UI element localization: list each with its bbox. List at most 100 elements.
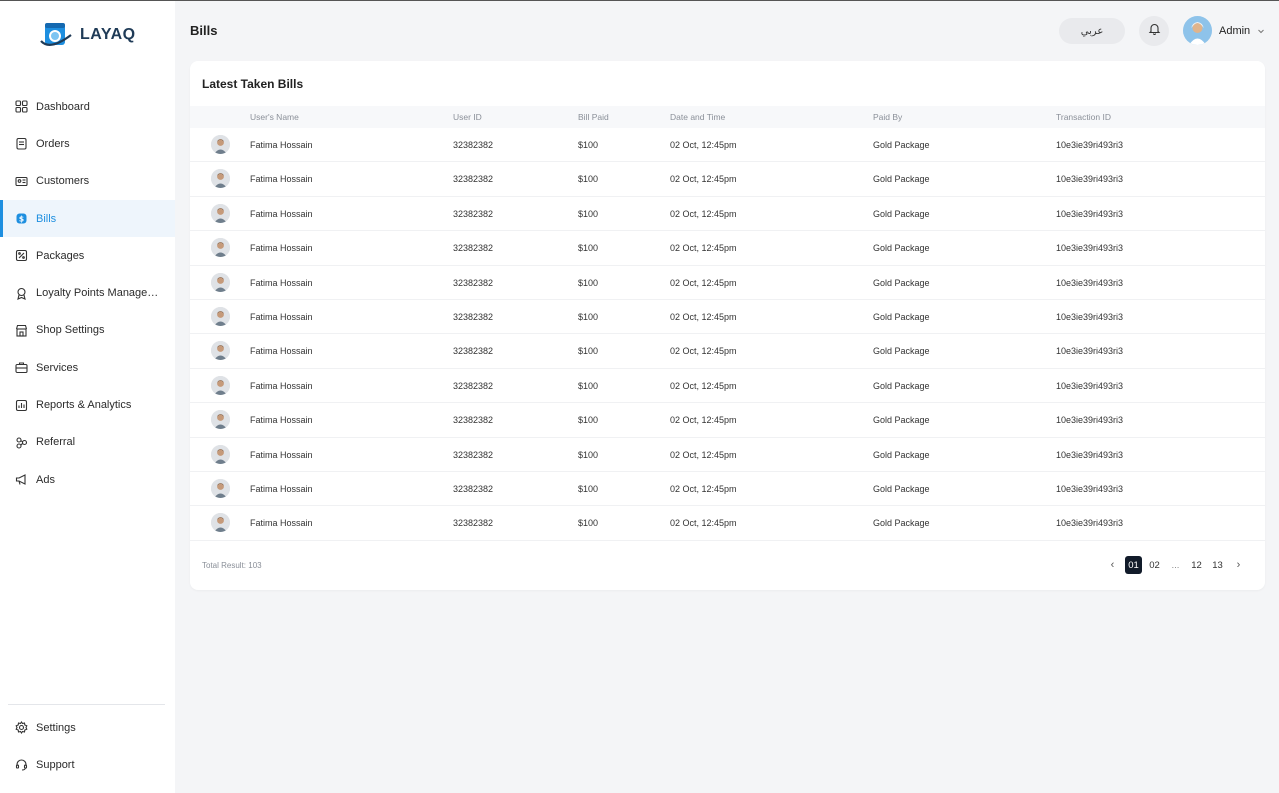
card-title: Latest Taken Bills: [202, 77, 304, 91]
cell-user-id: 32382382: [453, 208, 494, 219]
cell-date-time: 02 Oct, 12:45pm: [670, 277, 737, 288]
cell-user-name: Fatima Hossain: [250, 243, 313, 254]
table-row[interactable]: Fatima Hossain 32382382 $100 02 Oct, 12:45p…: [190, 438, 1265, 472]
page-button-12[interactable]: 12: [1188, 556, 1205, 574]
sidebar-nav: Dashboard Orders Customers $ Bills Packa…: [0, 88, 175, 498]
sidebar-item-label: Ads: [36, 473, 55, 486]
page-button-01[interactable]: 01: [1125, 556, 1142, 574]
sidebar-item-label: Support: [36, 758, 75, 771]
percent-tag-icon: [14, 249, 28, 263]
sidebar-item-settings[interactable]: Settings: [0, 709, 175, 746]
brand-logo[interactable]: LAYAQ: [40, 21, 136, 49]
sidebar-item-label: Dashboard: [36, 100, 90, 113]
washing-machine-logo-icon: [40, 21, 72, 49]
latest-bills-card: Latest Taken Bills User's Name User ID B…: [190, 61, 1265, 590]
cell-user-id: 32382382: [453, 518, 494, 529]
cell-transaction-id: 10e3ie39ri493ri3: [1056, 243, 1124, 254]
table-row[interactable]: Fatima Hossain 32382382 $100 02 Oct, 12:45p…: [190, 334, 1265, 369]
page-button-02[interactable]: 02: [1146, 556, 1163, 574]
cell-date-time: 02 Oct, 12:45pm: [670, 518, 737, 529]
avatar: [211, 410, 230, 430]
sidebar-item-label: Orders: [36, 137, 70, 150]
cell-date-time: 02 Oct, 12:45pm: [670, 449, 737, 460]
clipboard-icon: [14, 137, 28, 151]
cell-bill-paid: $100: [578, 449, 599, 460]
cell-paid-by: Gold Package: [873, 208, 930, 219]
avatar: [211, 169, 230, 189]
cell-date-time: 02 Oct, 12:45pm: [670, 346, 737, 357]
sidebar-item-packages[interactable]: Packages: [0, 237, 175, 274]
table-row[interactable]: Fatima Hossain 32382382 $100 02 Oct, 12:45p…: [190, 506, 1265, 541]
sidebar-item-label: Settings: [36, 721, 76, 734]
user-name: Admin: [1219, 24, 1251, 37]
prev-page-button[interactable]: ‹: [1104, 556, 1121, 574]
cell-user-name: Fatima Hossain: [250, 483, 313, 494]
sidebar-bottom-nav: Settings Support: [0, 709, 175, 784]
table-row[interactable]: Fatima Hossain 32382382 $100 02 Oct, 12:45p…: [190, 472, 1265, 507]
sidebar-item-referral[interactable]: Referral: [0, 424, 175, 461]
avatar: [211, 341, 230, 361]
sidebar-item-dashboard[interactable]: Dashboard: [0, 88, 175, 125]
table-row[interactable]: Fatima Hossain 32382382 $100 02 Oct, 12:45p…: [190, 162, 1265, 197]
cell-paid-by: Gold Package: [873, 243, 930, 254]
cell-user-id: 32382382: [453, 483, 494, 494]
network-icon: [14, 435, 28, 449]
user-profile-menu[interactable]: Admin: [1183, 16, 1265, 45]
cell-bill-paid: $100: [578, 380, 599, 391]
cell-transaction-id: 10e3ie39ri493ri3: [1056, 380, 1124, 391]
sidebar-item-customers[interactable]: Customers: [0, 163, 175, 200]
sidebar-item-orders[interactable]: Orders: [0, 125, 175, 162]
avatar: [211, 375, 230, 395]
avatar: [211, 272, 230, 292]
cell-bill-paid: $100: [578, 415, 599, 426]
cell-bill-paid: $100: [578, 518, 599, 529]
table-row[interactable]: Fatima Hossain 32382382 $100 02 Oct, 12:45p…: [190, 403, 1265, 438]
column-header-user-id: User ID: [453, 112, 482, 122]
sidebar-item-support[interactable]: Support: [0, 746, 175, 783]
cell-transaction-id: 10e3ie39ri493ri3: [1056, 415, 1124, 426]
cell-bill-paid: $100: [578, 311, 599, 322]
sidebar-item-reports-analytics[interactable]: Reports & Analytics: [0, 386, 175, 423]
sidebar-item-bills[interactable]: $ Bills: [0, 199, 175, 238]
dollar-icon: $: [14, 212, 28, 226]
cell-date-time: 02 Oct, 12:45pm: [670, 243, 737, 254]
table-row[interactable]: Fatima Hossain 32382382 $100 02 Oct, 12:45p…: [190, 369, 1265, 404]
megaphone-icon: [14, 473, 28, 487]
cell-transaction-id: 10e3ie39ri493ri3: [1056, 277, 1124, 288]
avatar: [211, 306, 230, 326]
cell-paid-by: Gold Package: [873, 346, 930, 357]
cell-transaction-id: 10e3ie39ri493ri3: [1056, 518, 1124, 529]
table-row[interactable]: Fatima Hossain 32382382 $100 02 Oct, 12:45p…: [190, 197, 1265, 232]
cell-user-id: 32382382: [453, 380, 494, 391]
cell-date-time: 02 Oct, 12:45pm: [670, 174, 737, 185]
notifications-button[interactable]: [1139, 16, 1169, 46]
table-row[interactable]: Fatima Hossain 32382382 $100 02 Oct, 12:45p…: [190, 300, 1265, 335]
avatar: [211, 238, 230, 258]
table-row[interactable]: Fatima Hossain 32382382 $100 02 Oct, 12:45p…: [190, 128, 1265, 163]
table-row[interactable]: Fatima Hossain 32382382 $100 02 Oct, 12:45p…: [190, 266, 1265, 300]
chart-icon: [14, 398, 28, 412]
language-toggle-button[interactable]: عربي: [1059, 18, 1125, 44]
sidebar-item-ads[interactable]: Ads: [0, 461, 175, 498]
sidebar-item-services[interactable]: Services: [0, 349, 175, 386]
cell-user-name: Fatima Hossain: [250, 380, 313, 391]
column-header-paid-by: Paid By: [873, 112, 903, 122]
cell-user-id: 32382382: [453, 243, 494, 254]
bills-table-body: Fatima Hossain 32382382 $100 02 Oct, 12:45p…: [190, 128, 1265, 541]
cell-user-id: 32382382: [453, 346, 494, 357]
cell-date-time: 02 Oct, 12:45pm: [670, 380, 737, 391]
next-page-button[interactable]: ›: [1230, 556, 1247, 574]
avatar: [211, 444, 230, 464]
shop-icon: [14, 323, 28, 337]
avatar: [211, 513, 230, 533]
cell-user-name: Fatima Hossain: [250, 415, 313, 426]
cell-user-name: Fatima Hossain: [250, 518, 313, 529]
table-row[interactable]: Fatima Hossain 32382382 $100 02 Oct, 12:45p…: [190, 231, 1265, 266]
cell-paid-by: Gold Package: [873, 518, 930, 529]
column-header-user-name: User's Name: [250, 112, 299, 122]
page-button-13[interactable]: 13: [1209, 556, 1226, 574]
cell-user-name: Fatima Hossain: [250, 208, 313, 219]
cell-bill-paid: $100: [578, 208, 599, 219]
sidebar-item-loyalty-points[interactable]: Loyalty Points Management: [0, 274, 175, 311]
sidebar-item-shop-settings[interactable]: Shop Settings: [0, 312, 175, 349]
